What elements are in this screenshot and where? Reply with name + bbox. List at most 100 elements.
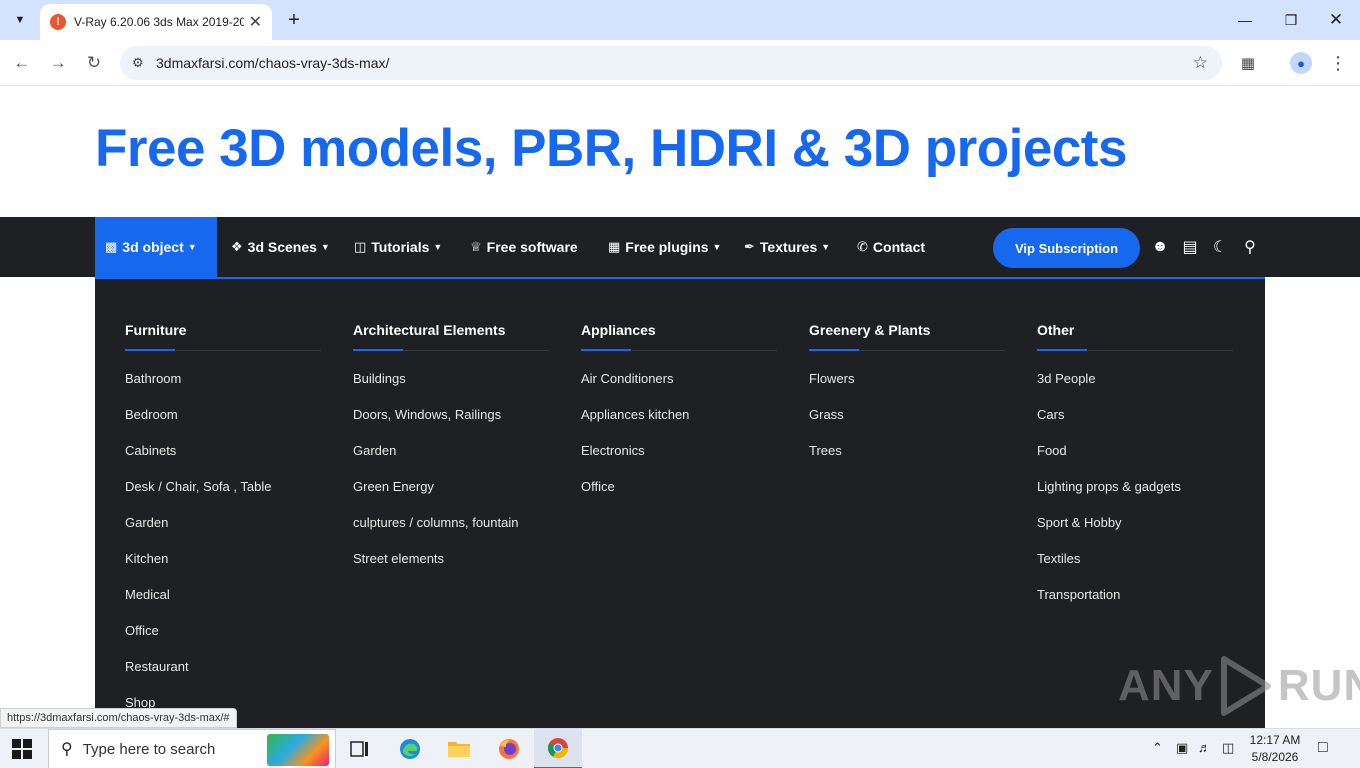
nav-label: Tutorials (371, 239, 430, 255)
nav-item-free-plugins[interactable]: ▦ Free plugins ▼ (608, 217, 721, 277)
link-status-bubble: https://3dmaxfarsi.com/chaos-vray-3ds-ma… (0, 708, 237, 728)
chrome-icon[interactable] (534, 729, 582, 768)
grid-icon: ▦ (608, 239, 621, 254)
user-account-icon[interactable]: ☻ (1150, 237, 1170, 257)
watermark-play-icon (1220, 656, 1271, 716)
tab-search-chevron-icon[interactable]: ▼ (6, 6, 34, 34)
volume-speaker-icon[interactable]: ♬ (1198, 740, 1211, 755)
meet-now-icon[interactable]: ▣ (1176, 740, 1188, 756)
column-heading[interactable]: Furniture (125, 322, 321, 350)
menu-link[interactable]: Garden (353, 442, 549, 478)
menu-link[interactable]: Kitchen (125, 550, 321, 586)
new-tab-plus-icon[interactable]: + (282, 8, 306, 32)
menu-link[interactable]: Sport & Hobby (1037, 514, 1233, 550)
column-heading[interactable]: Other (1037, 322, 1233, 350)
menu-link[interactable]: Garden (125, 514, 321, 550)
reload-icon[interactable]: ↻ (81, 50, 107, 76)
site-info-icon[interactable]: ⚙ (132, 55, 152, 71)
forward-arrow-icon[interactable]: → (45, 50, 71, 76)
windows-start-icon[interactable] (12, 739, 32, 759)
chevron-down-icon: ▼ (712, 242, 722, 252)
shopping-bag-icon[interactable]: ▤ (1180, 237, 1200, 257)
menu-link[interactable]: Electronics (581, 442, 777, 478)
column-heading[interactable]: Greenery & Plants (809, 322, 1005, 350)
menu-link[interactable]: Bedroom (125, 406, 321, 442)
address-bar[interactable]: ⚙ 3dmaxfarsi.com/chaos-vray-3ds-max/ ☆ (120, 46, 1222, 80)
menu-link[interactable]: 3d People (1037, 370, 1233, 406)
notification-center-icon[interactable]: □ (1318, 739, 1328, 757)
menu-link[interactable]: Street elements (353, 550, 549, 586)
watermark-text-left: ANY (1118, 661, 1214, 710)
taskbar-search-box[interactable]: ⚲ Type here to search (48, 729, 336, 768)
url-text[interactable]: 3dmaxfarsi.com/chaos-vray-3ds-max/ (156, 55, 389, 71)
nav-item-3d-scenes[interactable]: ❖ 3d Scenes ▼ (231, 217, 330, 277)
menu-link[interactable]: Green Energy (353, 478, 549, 514)
column-divider (353, 349, 549, 351)
profile-avatar-icon: ● (1290, 52, 1312, 74)
mega-column-appliances: Appliances Air Conditioners Appliances k… (581, 279, 777, 514)
column-divider (1037, 349, 1233, 351)
column-heading[interactable]: Architectural Elements (353, 322, 549, 350)
column-heading[interactable]: Appliances (581, 322, 777, 350)
cube-icon: ❖ (231, 239, 243, 254)
menu-link[interactable]: Desk / Chair, Sofa , Table (125, 478, 321, 514)
extensions-puzzle-icon[interactable]: ▦ (1235, 50, 1261, 76)
nav-item-free-software[interactable]: ♕ Free software (470, 217, 578, 277)
window-close-icon[interactable]: ✕ (1324, 8, 1348, 32)
network-icon[interactable]: ◫ (1222, 740, 1234, 756)
tab-close-icon[interactable]: ✕ (249, 12, 262, 32)
firefox-icon[interactable] (485, 729, 533, 768)
menu-link[interactable]: Transportation (1037, 586, 1233, 622)
page-hero-title: Free 3D models, PBR, HDRI & 3D projects (95, 119, 1127, 178)
chevron-down-icon: ▼ (433, 242, 443, 252)
menu-link[interactable]: culptures / columns, fountain (353, 514, 549, 550)
crown-icon: ♕ (470, 239, 482, 254)
menu-link[interactable]: Office (581, 478, 777, 514)
menu-link[interactable]: Grass (809, 406, 1005, 442)
book-icon: ◫ (354, 239, 367, 254)
menu-link[interactable]: Cars (1037, 406, 1233, 442)
back-arrow-icon[interactable]: ← (9, 50, 35, 76)
vip-subscription-button[interactable]: Vip Subscription (993, 228, 1140, 268)
menu-link[interactable]: Food (1037, 442, 1233, 478)
nav-item-contact[interactable]: ✆ Contact (857, 217, 925, 277)
sofa-icon: ▩ (105, 239, 118, 254)
phone-icon: ✆ (857, 239, 868, 254)
menu-link[interactable]: Textiles (1037, 550, 1233, 586)
menu-link[interactable]: Medical (125, 586, 321, 622)
minimize-icon[interactable]: — (1233, 8, 1257, 32)
nav-item-3d-object[interactable]: ▩ 3d object ▼ (95, 217, 217, 277)
menu-link[interactable]: Flowers (809, 370, 1005, 406)
restore-icon[interactable]: ❐ (1279, 8, 1303, 32)
edge-browser-icon[interactable] (386, 729, 434, 768)
profile-button[interactable]: ● (1288, 50, 1314, 76)
clock-date: 5/8/2026 (1251, 750, 1299, 764)
menu-link[interactable]: Doors, Windows, Railings (353, 406, 549, 442)
browser-toolbar: ← → ↻ ⚙ 3dmaxfarsi.com/chaos-vray-3ds-ma… (0, 40, 1360, 86)
menu-link[interactable]: Lighting props & gadgets (1037, 478, 1233, 514)
bookmark-star-icon[interactable]: ☆ (1193, 53, 1208, 73)
menu-link[interactable]: Air Conditioners (581, 370, 777, 406)
search-highlight-puzzle-icon (267, 734, 329, 766)
taskbar-search-placeholder: Type here to search (82, 740, 216, 758)
menu-link[interactable]: Appliances kitchen (581, 406, 777, 442)
chevron-down-icon: ▼ (821, 242, 831, 252)
magnifier-icon: ⚲ (61, 741, 73, 758)
nav-item-textures[interactable]: ✒ Textures ▼ (744, 217, 830, 277)
kebab-menu-icon[interactable]: ⋮ (1325, 50, 1351, 76)
nav-label: Free software (486, 239, 578, 255)
file-explorer-icon[interactable] (435, 729, 483, 768)
dark-mode-moon-icon[interactable]: ☾ (1210, 237, 1230, 257)
menu-link[interactable]: Trees (809, 442, 1005, 478)
menu-link[interactable]: Cabinets (125, 442, 321, 478)
menu-link[interactable]: Restaurant (125, 658, 321, 694)
menu-link[interactable]: Office (125, 622, 321, 658)
menu-link[interactable]: Buildings (353, 370, 549, 406)
menu-link[interactable]: Bathroom (125, 370, 321, 406)
tray-chevron-up-icon[interactable]: ⌃ (1152, 740, 1163, 756)
browser-tab[interactable]: ! V-Ray 6.20.06 3ds Max 2019-20 ✕ (40, 4, 272, 40)
search-icon[interactable]: ⚲ (1240, 237, 1260, 257)
task-view-icon[interactable] (336, 729, 384, 768)
nav-item-tutorials[interactable]: ◫ Tutorials ▼ (354, 217, 442, 277)
taskbar-clock[interactable]: 12:17 AM 5/8/2026 (1240, 732, 1310, 766)
